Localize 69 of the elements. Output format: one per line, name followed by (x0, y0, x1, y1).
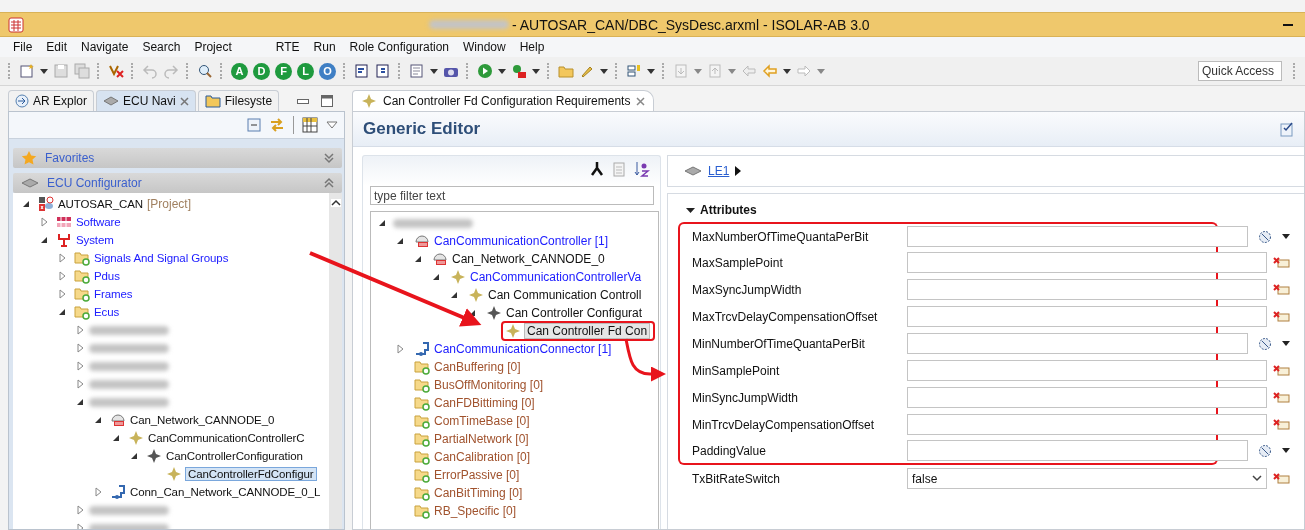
tree-item[interactable]: Signals And Signal Groups (94, 252, 229, 264)
tree-item[interactable]: Conn_Can_Network_CANNODE_0_L (130, 486, 321, 498)
section-title: ECU Configurator (47, 176, 143, 190)
tree-item[interactable]: CanBuffering [0] (434, 360, 521, 374)
tree-item[interactable]: CanControllerFdConfigur (186, 468, 316, 480)
menu-item[interactable]: File (6, 40, 40, 54)
editor-tab[interactable]: Can Controller Fd Configuration Requirements (352, 90, 655, 111)
tree-item[interactable]: Frames (94, 288, 133, 300)
tree-item[interactable]: Can Controller Configurat (506, 306, 643, 320)
attribute-label: PaddingValue (692, 443, 767, 458)
tree-item[interactable]: Ecus (94, 306, 120, 318)
section-header[interactable]: ECU Configurator (13, 173, 342, 193)
view-tab[interactable]: ECU Navi (96, 90, 196, 111)
tree-item[interactable]: CanCommunicationConnector [1] (434, 342, 612, 356)
attribute-label: MinSamplePoint (692, 363, 781, 378)
section-header[interactable]: Attributes (686, 202, 1304, 218)
letter-button[interactable]: O (319, 62, 336, 80)
attribute-label: MinSyncJumpWidth (692, 390, 800, 405)
section-header[interactable]: Favorites (13, 148, 342, 168)
tree-item[interactable]: Pdus (94, 270, 120, 282)
tree-item[interactable]: Can Controller Fd Con (525, 324, 650, 338)
tree-item[interactable]: CanControllerConfiguration (166, 450, 303, 462)
tree-item[interactable]: CanCalibration [0] (434, 450, 531, 464)
menu-item[interactable]: Project (187, 40, 239, 54)
tree-item[interactable]: CanCommunicationController [1] (434, 234, 609, 248)
view-tab[interactable]: AR Explor (8, 90, 95, 111)
menu-item[interactable]: Role Configuration (342, 40, 456, 54)
menu-item[interactable]: Window (456, 40, 513, 54)
attribute-label: MinTrcvDelayCompensationOffset (692, 417, 876, 432)
tree-item[interactable]: Can Communication Controll (488, 288, 642, 302)
letter-button[interactable]: D (253, 62, 270, 80)
tree-item[interactable]: ErrorPassive [0] (434, 468, 520, 482)
letter-button[interactable]: F (275, 62, 292, 80)
view-tab[interactable]: Filesyste (197, 90, 280, 111)
project-tag: [Project] (146, 197, 191, 211)
attribute-label: MaxNumberOfTimeQuantaPerBit (692, 229, 870, 244)
tree-item[interactable]: ComTimeBase [0] (434, 414, 530, 428)
menu-item[interactable]: Navigate (74, 40, 136, 54)
quick-access-field[interactable]: Quick Access (1198, 61, 1282, 81)
letter-button[interactable]: L (297, 62, 314, 80)
tree-item[interactable]: BusOffMonitoring [0] (434, 378, 544, 392)
tree-item[interactable]: CanCommunicationControllerVa (470, 270, 642, 284)
tree-item[interactable]: RB_Specific [0] (434, 504, 517, 518)
section-title: Favorites (45, 151, 96, 165)
tree-item[interactable]: CanCommunicationControllerC (148, 432, 305, 444)
menu-item[interactable]: Help (512, 40, 552, 54)
menu-item[interactable]: RTE (268, 40, 307, 54)
menu-item[interactable]: Edit (39, 40, 75, 54)
attribute-label: TxBitRateSwitch (692, 471, 782, 486)
tree-item[interactable]: Can_Network_CANNODE_0 (452, 252, 605, 266)
tree-item[interactable]: System (76, 234, 114, 246)
dropdown[interactable]: false (907, 468, 1267, 489)
attribute-label: MaxSamplePoint (692, 255, 784, 270)
tree-item[interactable]: AUTOSAR_CAN (58, 198, 143, 210)
tree-item[interactable]: Software (76, 216, 121, 228)
menu-item[interactable]: Run (306, 40, 343, 54)
letter-button[interactable]: A (231, 62, 248, 80)
tree-item[interactable]: PartialNetwork [0] (434, 432, 529, 446)
attribute-label: MaxSyncJumpWidth (692, 282, 803, 297)
editor-title: Generic Editor (363, 119, 481, 139)
attribute-label: MinNumberOfTimeQuantaPerBit (692, 336, 866, 351)
tree-item[interactable]: CanFDBittiming [0] (434, 396, 535, 410)
menu-item[interactable]: Search (135, 40, 188, 54)
filter-field[interactable]: type filter text (370, 186, 654, 205)
window-title: - AUTOSAR_CAN/DBC_SysDesc.arxml - ISOLAR-AB 3.0 (512, 16, 870, 33)
tree-item[interactable]: Can_Network_CANNODE_0 (130, 414, 275, 426)
tree-item[interactable]: CanBitTiming [0] (434, 486, 523, 500)
breadcrumb-link[interactable]: LE1 (708, 164, 730, 178)
attribute-label: MaxTrcvDelayCompensationOffset (692, 309, 879, 324)
